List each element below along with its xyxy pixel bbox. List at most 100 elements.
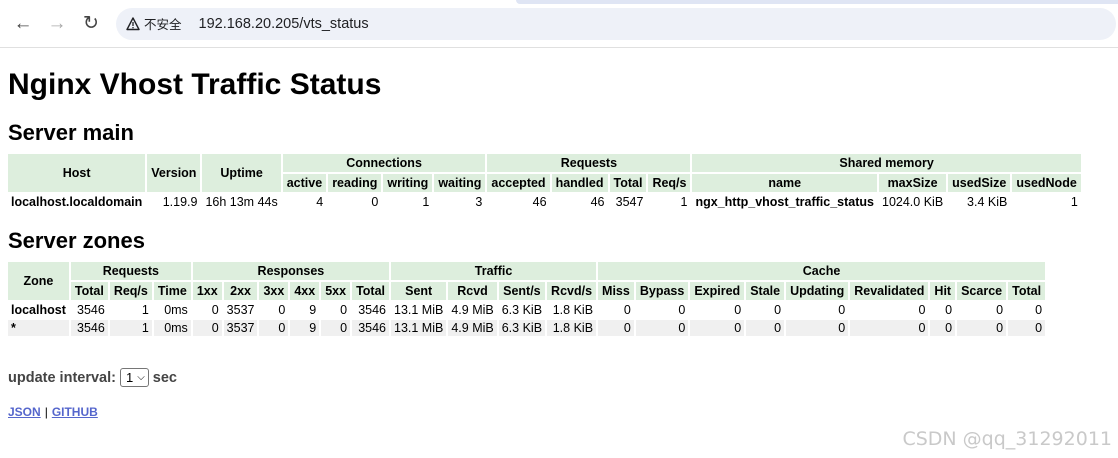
zone-subheader: Updating bbox=[786, 282, 849, 300]
cell-version: 1.19.9 bbox=[162, 195, 198, 209]
zone-subheader: Scarce bbox=[957, 282, 1007, 300]
cell-value: 1 bbox=[109, 320, 152, 336]
zone-subheader: Sent bbox=[391, 282, 447, 300]
cell-value: 13.1 MiB bbox=[394, 303, 444, 317]
cell-maxsize: 1024.0 KiB bbox=[882, 195, 944, 209]
cell-value: 0 bbox=[918, 303, 926, 317]
link-separator: | bbox=[44, 405, 48, 419]
cell-value: 0 bbox=[678, 303, 686, 317]
github-link[interactable]: GITHUB bbox=[52, 405, 98, 419]
zone-subheader: Total bbox=[352, 282, 389, 300]
url-text[interactable]: 192.168.20.205/vts_status bbox=[199, 16, 369, 32]
cell-value: 0 bbox=[192, 320, 222, 336]
zone-subheader: 1xx bbox=[192, 282, 222, 300]
cell-value: 0 bbox=[635, 320, 689, 336]
arrow-right-icon: → bbox=[47, 12, 67, 34]
page-content: Nginx Vhost Traffic Status Server main H… bbox=[0, 68, 1118, 419]
cell-value: 1.8 KiB bbox=[547, 320, 597, 336]
zone-subheader: Bypass bbox=[635, 282, 689, 300]
cell-uptime: 16h 13m 44s bbox=[205, 195, 278, 209]
tab-strip-edge bbox=[516, 0, 1118, 4]
header-requests: Requests bbox=[487, 154, 691, 172]
cell-value: 3537 bbox=[223, 320, 258, 336]
cell-zone: * bbox=[8, 320, 69, 336]
zone-subheader: 5xx bbox=[321, 282, 351, 300]
table-row: localhost.localdomain 1.19.9 16h 13m 44s… bbox=[8, 194, 1081, 210]
subheader-maxsize: maxSize bbox=[879, 174, 947, 192]
subheader-active: active bbox=[282, 174, 327, 192]
cell-usedsize: 3.4 KiB bbox=[967, 195, 1008, 209]
header-requests: Requests bbox=[70, 262, 191, 280]
cell-value: 0ms bbox=[153, 320, 191, 336]
zone-subheader: Rcvd/s bbox=[547, 282, 597, 300]
zone-subheader: 3xx bbox=[259, 282, 289, 300]
zone-subheader: Rcvd bbox=[448, 282, 497, 300]
cell-value: 0 bbox=[945, 303, 953, 317]
cell-value: 3546 bbox=[358, 303, 386, 317]
cell-value: 0 bbox=[211, 303, 219, 317]
arrow-left-icon: ← bbox=[13, 12, 33, 34]
cell-value: 0 bbox=[957, 320, 1007, 336]
zone-subheader: Revalidated bbox=[850, 282, 929, 300]
cell-host: localhost.localdomain bbox=[11, 195, 143, 209]
subheader-row: Total Req/s Time 1xx 2xx 3xx 4xx 5xx Total Sent Rc… bbox=[8, 282, 1046, 300]
cell-value: 0 bbox=[930, 320, 956, 336]
server-zones-heading: Server zones bbox=[8, 228, 145, 253]
subheader-name: name bbox=[692, 174, 877, 192]
update-interval-unit: sec bbox=[152, 369, 177, 386]
server-main-heading: Server main bbox=[8, 120, 134, 145]
address-bar[interactable]: 不安全 192.168.20.205/vts_status bbox=[116, 7, 1116, 40]
cell-value: 13.1 MiB bbox=[391, 320, 447, 336]
subheader-req-s: Req/s bbox=[648, 174, 691, 192]
subheader-accepted: accepted bbox=[487, 174, 550, 192]
cell-value: 0 bbox=[598, 320, 634, 336]
header-cache: Cache bbox=[598, 262, 1046, 280]
cell-value: 0 bbox=[690, 320, 745, 336]
cell-value: 9 bbox=[309, 303, 317, 317]
subheader-reading: reading bbox=[328, 174, 382, 192]
page-title: Nginx Vhost Traffic Status bbox=[8, 68, 382, 101]
cell-writing: 1 bbox=[422, 195, 430, 209]
table-row: localhost 3546 1 0ms 0 3537 0 9 0 3546 13.1 MiB 4.9… bbox=[8, 302, 1045, 318]
cell-value: 0 bbox=[1035, 303, 1043, 317]
cell-zone: localhost bbox=[11, 303, 66, 317]
header-connections: Connections bbox=[282, 154, 486, 172]
subheader-waiting: waiting bbox=[434, 174, 486, 192]
cell-value: 3546 bbox=[70, 320, 108, 336]
cell-total: 3547 bbox=[615, 195, 644, 209]
server-main-table: Host Version Uptime Connections Requests… bbox=[6, 152, 1083, 212]
chevron-down-icon: ⌵ bbox=[137, 372, 145, 383]
header-uptime: Uptime bbox=[202, 154, 281, 192]
cell-value: 0 bbox=[996, 303, 1004, 317]
zone-subheader: Total bbox=[70, 282, 108, 300]
warning-icon bbox=[126, 16, 140, 30]
cell-value: 0 bbox=[259, 320, 289, 336]
zone-subheader: Req/s bbox=[109, 282, 152, 300]
header-version: Version bbox=[147, 154, 201, 192]
header-zone: Zone bbox=[8, 262, 69, 300]
reload-button[interactable]: ↻ bbox=[74, 7, 108, 41]
back-button[interactable]: ← bbox=[6, 7, 40, 41]
cell-value: 0 bbox=[623, 303, 631, 317]
zone-subheader: Hit bbox=[930, 282, 956, 300]
cell-value: 3546 bbox=[77, 303, 105, 317]
cell-accepted: 46 bbox=[532, 195, 547, 209]
cell-req-s: 1 bbox=[680, 195, 688, 209]
forward-button[interactable]: → bbox=[40, 7, 74, 41]
update-interval-select[interactable]: 1 ⌵ bbox=[119, 368, 149, 387]
zone-subheader: 4xx bbox=[290, 282, 320, 300]
cell-value: 0 bbox=[850, 320, 929, 336]
subheader-usedsize: usedSize bbox=[948, 174, 1011, 192]
header-traffic: Traffic bbox=[391, 262, 597, 280]
cell-active: 4 bbox=[316, 195, 324, 209]
cell-value: 0 bbox=[321, 320, 351, 336]
update-interval-label: update interval: bbox=[8, 369, 116, 386]
cell-value: 1.8 KiB bbox=[552, 303, 594, 317]
header-responses: Responses bbox=[192, 262, 389, 280]
subheader-total: Total bbox=[609, 174, 647, 192]
cell-value: 9 bbox=[290, 320, 320, 336]
json-link[interactable]: JSON bbox=[8, 405, 41, 419]
security-indicator[interactable]: 不安全 bbox=[126, 14, 193, 33]
zone-subheader: 2xx bbox=[223, 282, 258, 300]
zone-subheader: Expired bbox=[690, 282, 745, 300]
